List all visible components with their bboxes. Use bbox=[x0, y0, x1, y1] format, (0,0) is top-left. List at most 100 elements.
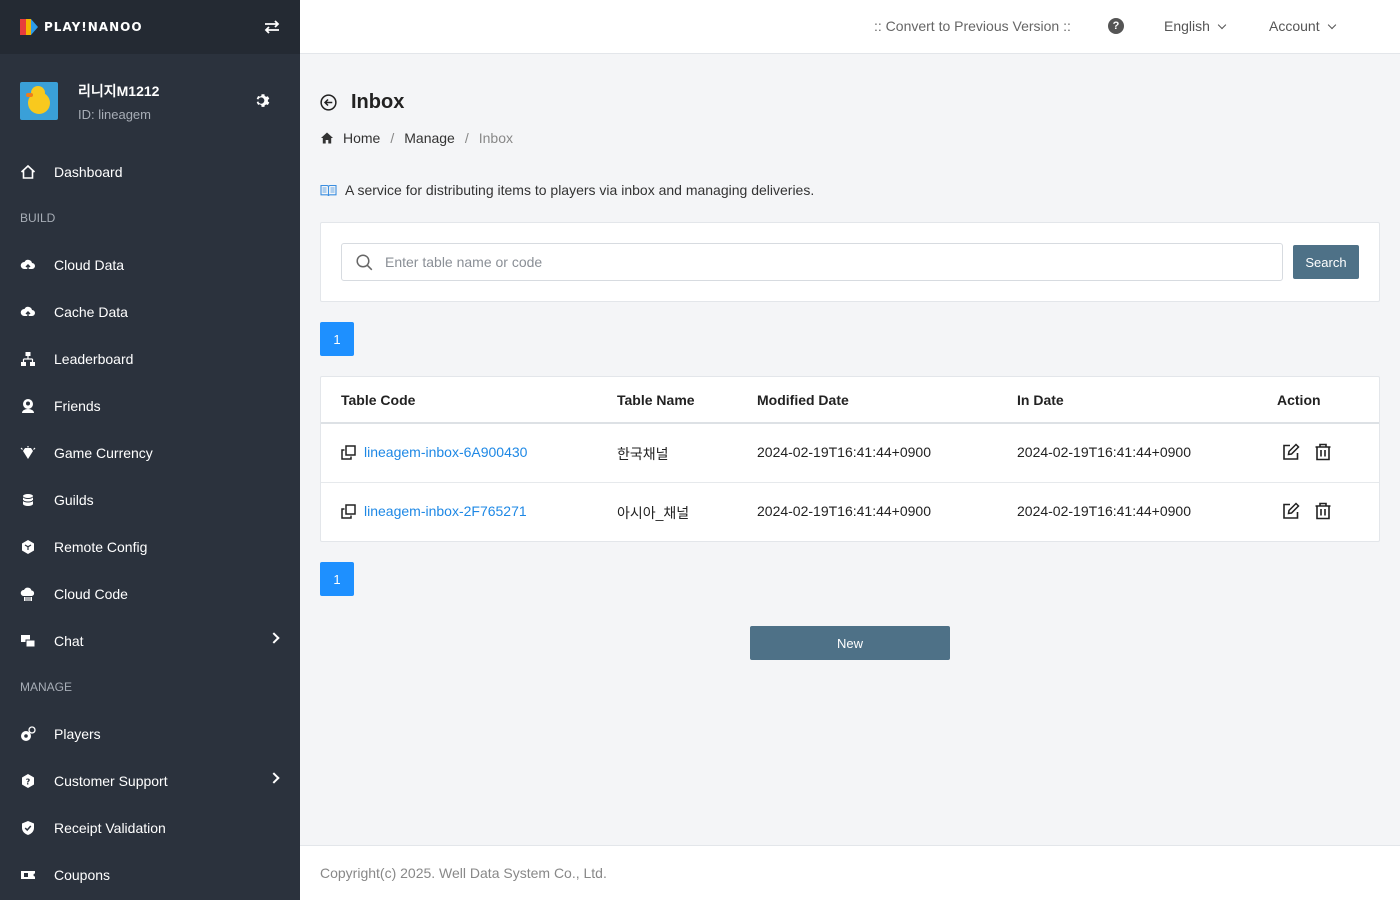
nav-customer-support[interactable]: ? Customer Support bbox=[0, 757, 300, 804]
profile-id: ID: lineagem bbox=[78, 106, 151, 122]
profile: 리니지M1212 ID: lineagem bbox=[0, 54, 300, 148]
logo-text: PLAY!NANOO bbox=[44, 20, 143, 34]
nav-receipt-validation[interactable]: Receipt Validation bbox=[0, 804, 300, 851]
nav-label: Receipt Validation bbox=[54, 819, 166, 836]
section-build: BUILD bbox=[20, 211, 56, 225]
table-name-cell: 한국채널 bbox=[617, 446, 669, 462]
ticket-icon bbox=[21, 870, 36, 879]
nav-label: Cache Data bbox=[54, 303, 128, 320]
header-table-code: Table Code bbox=[341, 392, 416, 408]
inbox-table: Table Code Table Name Modified Date In D… bbox=[320, 376, 1380, 542]
nav-label: Cloud Code bbox=[54, 585, 128, 602]
swap-icon[interactable] bbox=[264, 20, 280, 34]
in-date-cell: 2024-02-19T16:41:44+0900 bbox=[1017, 444, 1191, 460]
convert-version-link[interactable]: :: Convert to Previous Version :: bbox=[874, 18, 1071, 34]
search-icon bbox=[356, 253, 373, 270]
table-name-cell: 아시아_채널 bbox=[617, 505, 690, 521]
nav-remote-config[interactable]: Remote Config bbox=[0, 523, 300, 570]
external-link-icon bbox=[341, 503, 356, 519]
breadcrumb: Home / Manage / Inbox bbox=[320, 130, 513, 146]
svg-text:?: ? bbox=[26, 777, 31, 786]
description-text: A service for distributing items to play… bbox=[345, 182, 815, 198]
cloud-upload-icon bbox=[20, 259, 35, 270]
edit-icon[interactable] bbox=[1282, 502, 1300, 520]
header-modified-date: Modified Date bbox=[757, 392, 849, 408]
page-title: Inbox bbox=[351, 91, 405, 113]
nav-friends[interactable]: Friends bbox=[0, 382, 300, 429]
breadcrumb-home[interactable]: Home bbox=[343, 130, 380, 146]
header-action: Action bbox=[1277, 392, 1321, 408]
nav-players[interactable]: Players bbox=[0, 710, 300, 757]
trash-icon[interactable] bbox=[1314, 443, 1332, 461]
help-icon[interactable]: ? bbox=[1108, 18, 1124, 34]
table-code-link[interactable]: lineagem-inbox-2F765271 bbox=[341, 503, 527, 519]
title-row: Inbox bbox=[320, 91, 404, 114]
header-in-date: In Date bbox=[1017, 392, 1064, 408]
nav-label: Guilds bbox=[54, 491, 94, 508]
gem-icon bbox=[20, 445, 36, 459]
home-icon bbox=[321, 132, 333, 144]
nav-label: Cloud Data bbox=[54, 256, 125, 273]
chevron-right-icon bbox=[268, 772, 280, 784]
nav-cache-data[interactable]: Cache Data bbox=[0, 288, 300, 335]
book-icon bbox=[320, 184, 337, 196]
top-bar: :: Convert to Previous Version :: ? Engl… bbox=[300, 0, 1400, 54]
nav-label: Leaderboard bbox=[54, 350, 134, 367]
table-row: lineagem-inbox-6A900430 한국채널 2024-02-19T… bbox=[321, 424, 1379, 483]
pagination-page-1-top[interactable]: 1 bbox=[320, 322, 354, 356]
external-link-icon bbox=[341, 444, 356, 460]
in-date-cell: 2024-02-19T16:41:44+0900 bbox=[1017, 503, 1191, 519]
question-icon: ? bbox=[22, 773, 34, 788]
profile-name: 리니지M1212 bbox=[78, 82, 160, 99]
modified-date-cell: 2024-02-19T16:41:44+0900 bbox=[757, 444, 931, 460]
chevron-down-icon bbox=[1327, 20, 1336, 30]
brand-logo[interactable]: PLAY!NANOO bbox=[20, 18, 143, 36]
logo-icon bbox=[20, 19, 38, 35]
section-manage: MANAGE bbox=[20, 680, 73, 694]
search-input[interactable] bbox=[385, 254, 1265, 270]
nav-label: Friends bbox=[54, 397, 101, 414]
back-arrow-icon[interactable] bbox=[320, 94, 337, 111]
nav-label: Customer Support bbox=[54, 772, 168, 789]
nav-dashboard[interactable]: Dashboard bbox=[0, 148, 300, 195]
nav-cloud-data[interactable]: Cloud Data bbox=[0, 241, 300, 288]
table-code-link[interactable]: lineagem-inbox-6A900430 bbox=[341, 444, 527, 460]
search-button[interactable]: Search bbox=[1293, 245, 1359, 279]
cube-icon bbox=[22, 539, 34, 554]
language-label: English bbox=[1164, 18, 1210, 34]
search-box bbox=[341, 243, 1283, 281]
account-dropdown[interactable]: Account bbox=[1269, 18, 1336, 34]
account-label: Account bbox=[1269, 18, 1320, 34]
breadcrumb-manage[interactable]: Manage bbox=[404, 130, 455, 146]
nav-guilds[interactable]: Guilds bbox=[0, 476, 300, 523]
cloud-code-icon bbox=[20, 587, 35, 601]
footer: Copyright(c) 2025. Well Data System Co.,… bbox=[300, 845, 1400, 900]
nav-game-currency[interactable]: Game Currency bbox=[0, 429, 300, 476]
cloud-upload-icon bbox=[20, 306, 35, 317]
nav-label: Remote Config bbox=[54, 538, 148, 555]
new-button[interactable]: New bbox=[750, 626, 950, 660]
trash-icon[interactable] bbox=[1314, 502, 1332, 520]
home-icon bbox=[20, 164, 36, 179]
sidebar-header: PLAY!NANOO bbox=[0, 0, 300, 54]
search-card: Search bbox=[320, 222, 1380, 302]
chevron-right-icon bbox=[268, 632, 280, 644]
database-icon bbox=[22, 493, 34, 506]
nav-leaderboard[interactable]: Leaderboard bbox=[0, 335, 300, 382]
main-content: Inbox Home / Manage / Inbox A service fo… bbox=[300, 55, 1400, 845]
breadcrumb-current: Inbox bbox=[478, 130, 513, 146]
nav-coupons[interactable]: Coupons bbox=[0, 851, 300, 898]
players-icon bbox=[21, 725, 36, 741]
header-table-name: Table Name bbox=[617, 392, 695, 408]
gear-icon[interactable] bbox=[254, 92, 272, 110]
nav-label: Players bbox=[54, 725, 101, 742]
edit-icon[interactable] bbox=[1282, 443, 1300, 461]
language-dropdown[interactable]: English bbox=[1164, 18, 1227, 34]
table-row: lineagem-inbox-2F765271 아시아_채널 2024-02-1… bbox=[321, 483, 1379, 542]
sitemap-icon bbox=[21, 351, 35, 366]
nav-chat[interactable]: Chat bbox=[0, 617, 300, 664]
chat-icon bbox=[21, 634, 36, 647]
pagination-page-1-bottom[interactable]: 1 bbox=[320, 562, 354, 596]
nav-label: Chat bbox=[54, 632, 84, 649]
nav-cloud-code[interactable]: Cloud Code bbox=[0, 570, 300, 617]
